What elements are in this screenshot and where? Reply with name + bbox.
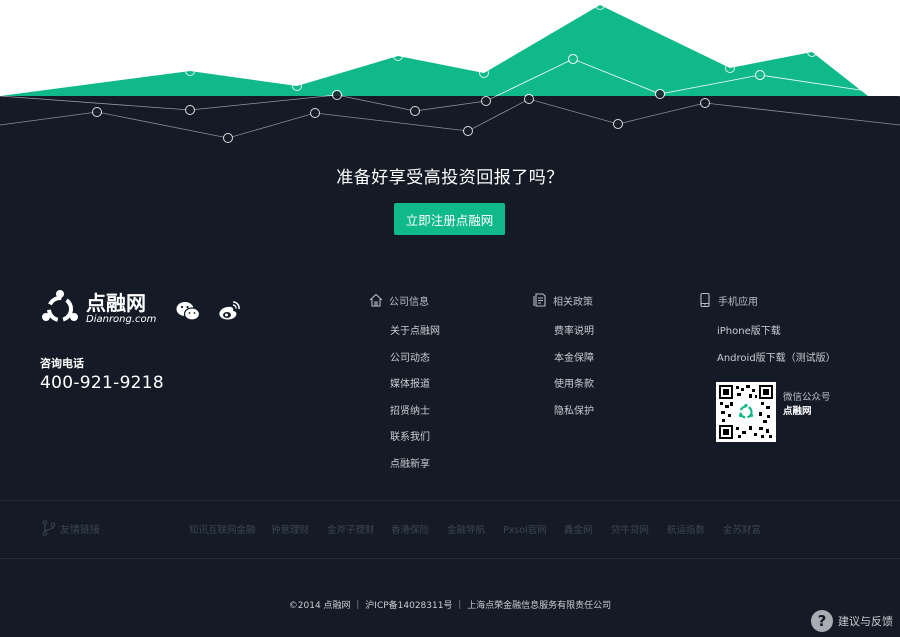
company-info-list: 关于点融网 公司动态 媒体报道 招贤纳士 联系我们 点融新享 [390,325,440,484]
friend-link[interactable]: 知讯互联网金融 [189,522,256,536]
friend-link[interactable]: 金苏财富 [723,522,761,536]
question-icon: ? [811,610,833,632]
friend-link[interactable]: 金融导航 [447,522,485,536]
footer-link[interactable]: 使用条款 [554,378,594,405]
friend-links-heading: 友情链接 [42,520,100,536]
mobile-app-heading: 手机应用 [697,292,758,308]
cta-title: 准备好享受高投资回报了吗？ [336,168,564,188]
footer-divider [0,500,900,501]
friend-link[interactable]: 鑫金网 [564,522,593,536]
friend-link[interactable]: 金斧子理财 [327,522,375,536]
footer-link[interactable]: 联系我们 [390,431,440,458]
dianrong-logo-icon [42,290,78,322]
phone-icon [700,292,710,308]
document-icon [533,293,546,307]
footer-divider [0,558,900,559]
iphone-download-link[interactable]: iPhone版下载 [717,325,836,352]
company-info-heading: 公司信息 [368,292,429,308]
android-download-link[interactable]: Android版下载（测试版） [717,352,836,379]
brand-name: 点融网 [86,291,146,315]
friend-links-bar: 友情链接 知讯互联网金融 钟意理财 金斧子理财 香港保险 金融导航 Pxsol官… [0,516,900,540]
friend-link[interactable]: 贷牛贷网 [611,522,649,536]
friend-link[interactable]: 航运指数 [667,522,705,536]
qr-code-icon [719,385,773,439]
feedback-button[interactable]: ? 建议与反馈 [811,610,893,632]
policy-list: 费率说明 本金保障 使用条款 隐私保护 [554,325,594,431]
footer-link[interactable]: 隐私保护 [554,405,594,432]
footer-link[interactable]: 关于点融网 [390,325,440,352]
footer-link[interactable]: 本金保障 [554,352,594,379]
brand-domain: Dianrong.com [86,314,157,325]
footer-link[interactable]: 媒体报道 [390,378,440,405]
mobile-app-list: iPhone版下载 Android版下载（测试版） [717,325,836,378]
feedback-label: 建议与反馈 [838,615,893,628]
brand-logo[interactable]: 点融网 Dianrong.com [40,289,156,329]
link-branch-icon [42,520,56,536]
policy-heading: 相关政策 [532,292,593,308]
register-button[interactable]: 立即注册点融网 [394,203,505,235]
copyright-text: ©2014 点融网 ｜ 沪ICP备14028311号 ｜ 上海点荣金融信息服务有… [288,601,612,611]
friend-link[interactable]: Pxsol官网 [503,522,547,536]
hotline-number: 400-921-9218 [40,373,165,393]
wechat-qr-code [716,382,776,442]
qr-caption: 微信公众号 点融网 [783,392,831,417]
footer-link[interactable]: 招贤纳士 [390,405,440,432]
friend-link[interactable]: 钟意理财 [271,522,309,536]
friend-link[interactable]: 香港保险 [391,522,429,536]
footer-link[interactable]: 点融新享 [390,458,440,485]
footer-link[interactable]: 费率说明 [554,325,594,352]
wechat-icon[interactable] [176,300,200,322]
hotline-label: 咨询电话 [40,357,84,370]
footer-link[interactable]: 公司动态 [390,352,440,379]
home-icon [369,293,383,307]
weibo-icon[interactable] [217,300,241,322]
